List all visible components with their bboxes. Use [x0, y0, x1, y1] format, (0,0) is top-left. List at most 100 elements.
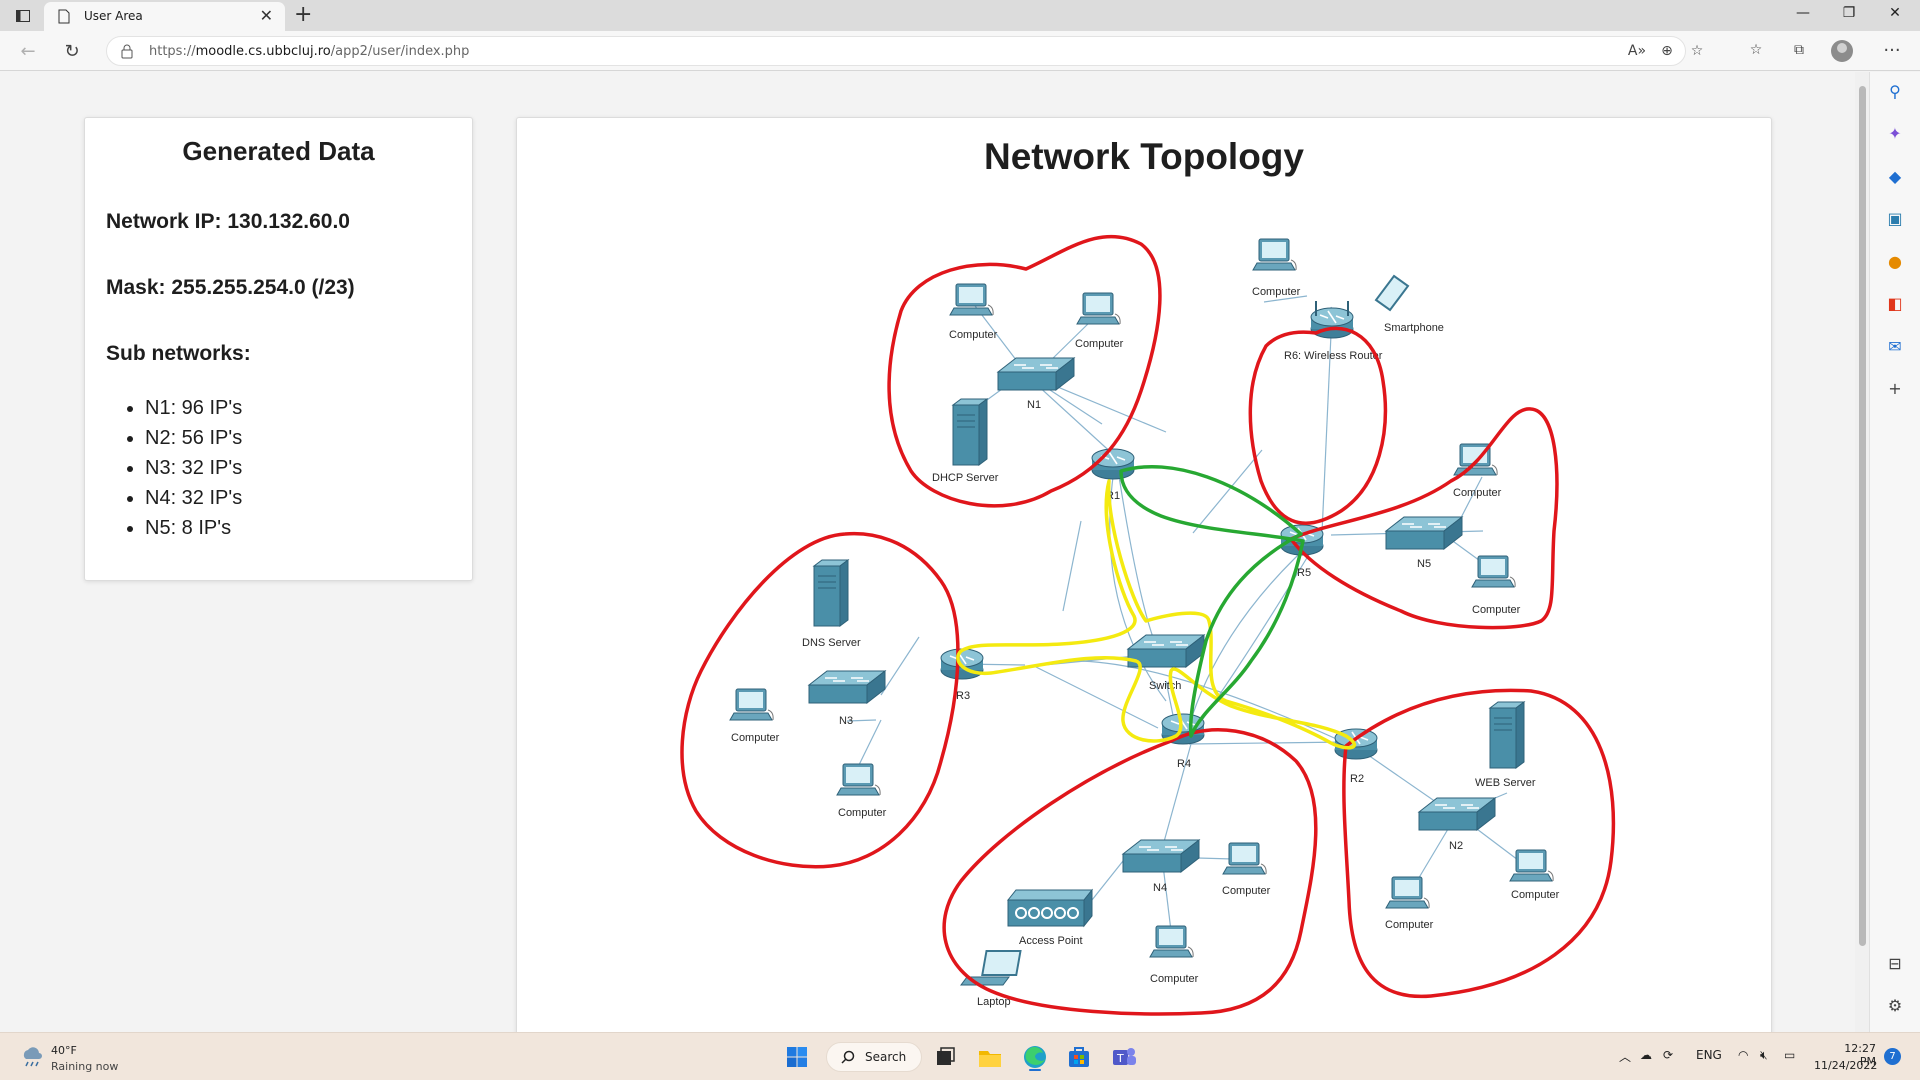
- outlook-icon[interactable]: ✉: [1885, 337, 1905, 357]
- generated-data-title: Generated Data: [182, 136, 375, 166]
- dhcp-server: [952, 398, 988, 466]
- n3-computer-1: [729, 688, 774, 721]
- n4-computer-2-label: Computer: [1150, 973, 1199, 985]
- lock-icon: [121, 44, 133, 59]
- collections-icon[interactable]: ⧉: [1789, 42, 1809, 60]
- n4-computer-1: [1222, 842, 1267, 875]
- n1-switch: [997, 357, 1075, 391]
- taskbar-search[interactable]: Search: [826, 1042, 922, 1072]
- battery-icon[interactable]: ▭: [1784, 1048, 1795, 1062]
- dns-server: [813, 559, 849, 627]
- n1-computer-2: [1076, 292, 1121, 325]
- zoom-icon[interactable]: ⊕: [1657, 43, 1677, 61]
- more-options-icon[interactable]: ···: [1882, 40, 1902, 61]
- n3-computer-2: [836, 763, 881, 796]
- copilot-icon[interactable]: ✦: [1885, 124, 1905, 144]
- access-point: [1006, 888, 1094, 928]
- access-point-label: Access Point: [1019, 935, 1083, 947]
- edge-browser-icon[interactable]: [1020, 1042, 1050, 1072]
- dns-server-label: DNS Server: [802, 637, 861, 649]
- teams-icon[interactable]: T: [1109, 1042, 1139, 1072]
- profile-avatar[interactable]: [1831, 40, 1853, 62]
- r6-computer-label: Computer: [1252, 286, 1301, 298]
- volume-muted-icon[interactable]: 🔇︎: [1760, 1048, 1768, 1063]
- n5-switch-label: N5: [1417, 558, 1431, 570]
- subnet-item: N2: 56 IP's: [145, 423, 242, 453]
- n5-computer-2-label: Computer: [1472, 604, 1521, 616]
- n5-computer-1: [1453, 443, 1498, 476]
- add-icon[interactable]: +: [1885, 379, 1905, 399]
- taskbar: 40°F Raining now Search T ︿ ☁ ⟳ ENG ◠ 🔇︎…: [0, 1032, 1920, 1080]
- wifi-icon[interactable]: ◠: [1738, 1048, 1748, 1062]
- back-icon[interactable]: ←: [16, 39, 40, 63]
- windows-start-icon[interactable]: [782, 1042, 812, 1072]
- url-host: moodle.cs.ubbcluj.ro: [195, 44, 331, 59]
- n5-switch: [1385, 516, 1463, 550]
- n2-switch: [1418, 797, 1496, 831]
- search-icon: [841, 1050, 855, 1064]
- subnets-heading: Sub networks:: [106, 342, 251, 365]
- network-topology-card: Network Topology Computer Computer N1 DH…: [516, 117, 1772, 1032]
- n5-computer-1-label: Computer: [1453, 487, 1502, 499]
- scrollbar-thumb[interactable]: [1859, 86, 1866, 946]
- clock-date[interactable]: 11/24/2022: [1814, 1059, 1877, 1072]
- notification-badge[interactable]: 7: [1884, 1048, 1901, 1065]
- tab-actions-icon[interactable]: [12, 6, 34, 26]
- address-bar[interactable]: https://moodle.cs.ubbcluj.ro/app2/user/i…: [106, 36, 1703, 66]
- tools-icon[interactable]: ▣: [1885, 209, 1905, 229]
- svg-text:T: T: [1116, 1052, 1124, 1065]
- minimize-icon[interactable]: —: [1788, 5, 1818, 21]
- gear-icon[interactable]: ⚙: [1885, 996, 1905, 1016]
- search-label: Search: [865, 1050, 907, 1064]
- smartphone: [1374, 274, 1410, 312]
- weather-description[interactable]: Raining now: [51, 1060, 118, 1073]
- close-window-icon[interactable]: ✕: [1880, 5, 1910, 21]
- onedrive-icon[interactable]: ☁: [1640, 1048, 1652, 1062]
- chevron-up-icon[interactable]: ︿: [1619, 1048, 1631, 1065]
- n2-switch-label: N2: [1449, 840, 1463, 852]
- store-icon[interactable]: [1064, 1042, 1094, 1072]
- file-explorer-icon[interactable]: [975, 1042, 1005, 1072]
- sync-icon[interactable]: ⟳: [1663, 1048, 1673, 1062]
- n1-computer-1: [949, 283, 994, 316]
- games-icon[interactable]: ●: [1885, 252, 1905, 272]
- vertical-scrollbar[interactable]: [1855, 72, 1869, 1032]
- task-view-icon[interactable]: [930, 1042, 960, 1072]
- n4-switch: [1122, 839, 1200, 873]
- url-text: https://moodle.cs.ubbcluj.ro/app2/user/i…: [149, 44, 469, 59]
- tab-user-area[interactable]: User Area ✕: [44, 2, 285, 31]
- favorites-icon[interactable]: ☆: [1746, 42, 1766, 60]
- r6-computer: [1252, 238, 1297, 271]
- new-tab-icon[interactable]: +: [294, 3, 312, 27]
- subnet-item: N1: 96 IP's: [145, 393, 242, 423]
- sidebar-toggle-icon[interactable]: ⊟: [1885, 954, 1905, 974]
- favorite-add-icon[interactable]: ☆: [1687, 43, 1707, 61]
- edge-sidebar: ⚲ ✦ ◆ ▣ ● ◧ ✉ + ⊟ ⚙: [1869, 72, 1920, 1032]
- n2-computer-2: [1509, 849, 1554, 882]
- close-tab-icon[interactable]: ✕: [260, 7, 273, 25]
- mask: Mask: 255.255.254.0 (/23): [106, 276, 355, 299]
- n4-computer-2: [1149, 925, 1194, 958]
- language-indicator[interactable]: ENG: [1696, 1048, 1722, 1062]
- r6-label: R6: Wireless Router: [1284, 350, 1383, 362]
- n4-switch-label: N4: [1153, 882, 1167, 894]
- shopping-icon[interactable]: ◆: [1885, 167, 1905, 187]
- search-icon[interactable]: ⚲: [1885, 82, 1905, 102]
- dhcp-server-label: DHCP Server: [932, 472, 999, 484]
- n5-computer-2: [1471, 555, 1516, 588]
- smartphone-label: Smartphone: [1384, 322, 1444, 334]
- rain-cloud-icon[interactable]: [20, 1045, 44, 1069]
- web-server: [1489, 701, 1525, 769]
- r5-label: R5: [1297, 567, 1311, 579]
- subnet-item: N3: 32 IP's: [145, 453, 242, 483]
- read-aloud-icon[interactable]: A»: [1627, 43, 1647, 61]
- weather-temperature[interactable]: 40°F: [51, 1044, 77, 1057]
- refresh-icon[interactable]: ↻: [60, 39, 84, 63]
- page-icon: [58, 9, 70, 24]
- office-icon[interactable]: ◧: [1885, 294, 1905, 314]
- n1-switch-label: N1: [1027, 399, 1041, 411]
- n4-computer-1-label: Computer: [1222, 885, 1271, 897]
- restore-icon[interactable]: ❐: [1834, 5, 1864, 21]
- n3-computer-2-label: Computer: [838, 807, 887, 819]
- n2-computer-1-label: Computer: [1385, 919, 1434, 931]
